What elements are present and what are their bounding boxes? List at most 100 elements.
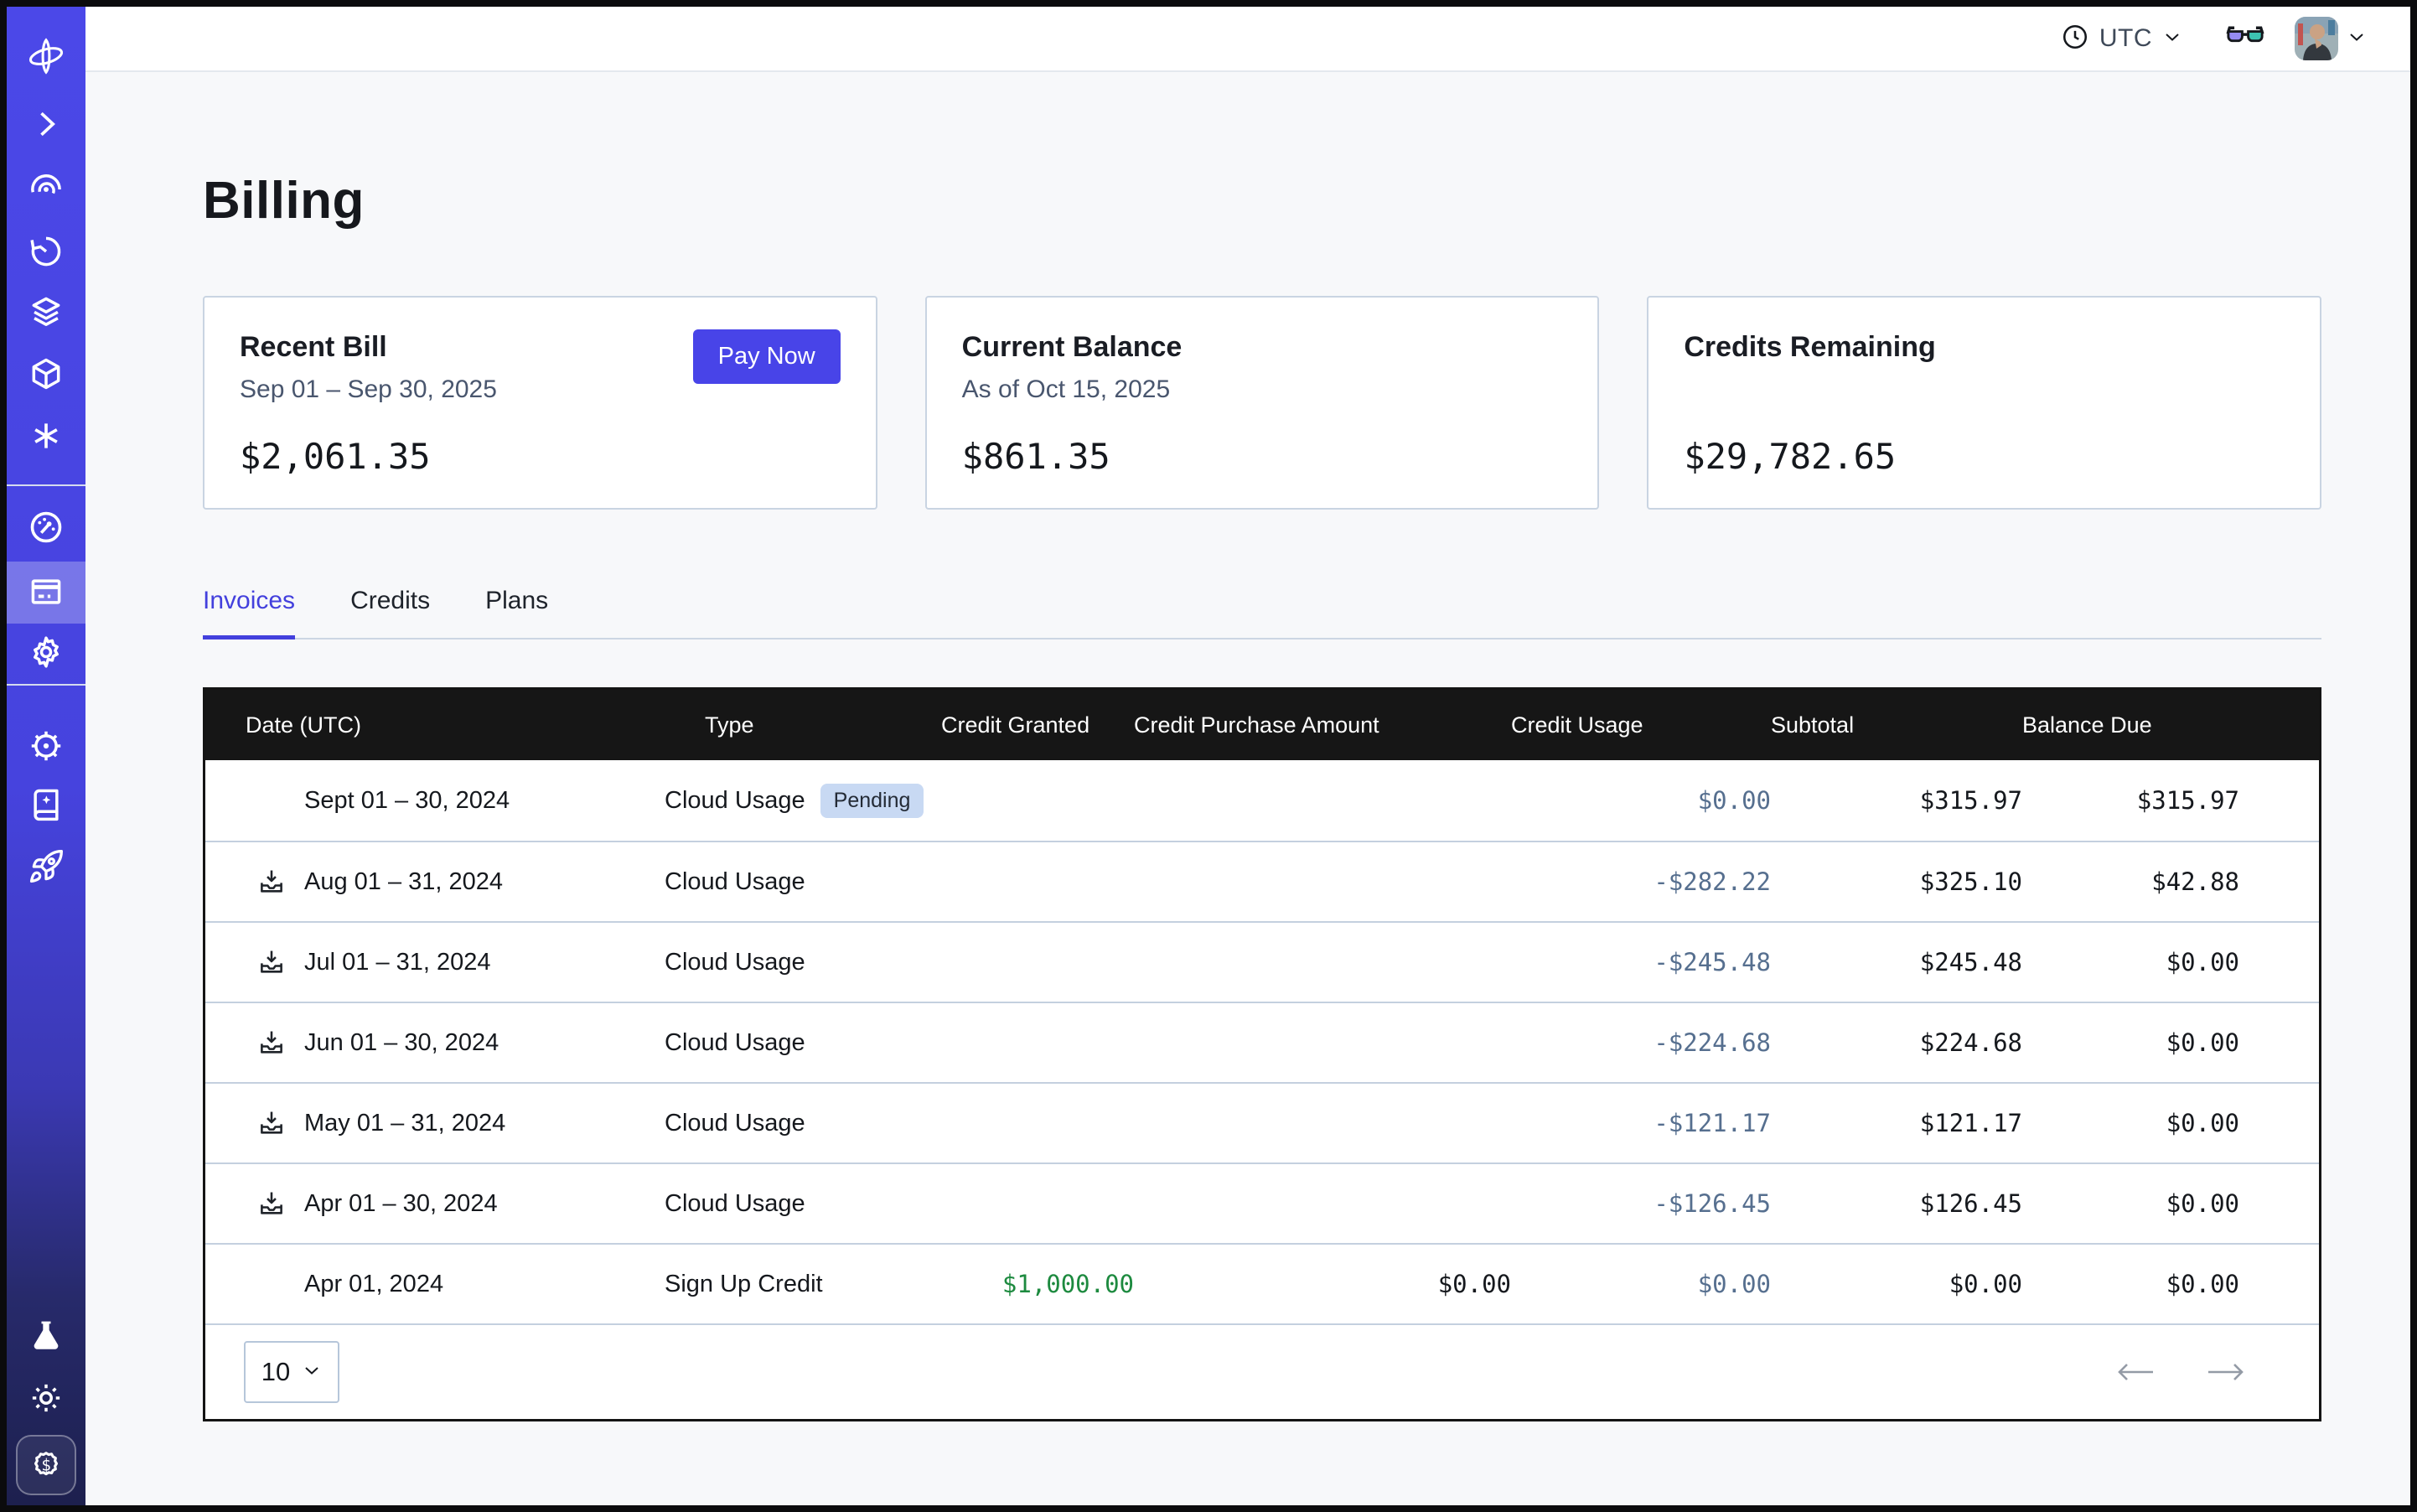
credits-remaining-card: Credits Remaining $29,782.65 <box>1647 296 2321 510</box>
download-invoice-icon[interactable] <box>257 867 304 896</box>
sidebar-item-billing[interactable] <box>7 573 85 610</box>
sidebar-item-credits[interactable]: $ <box>7 1435 85 1495</box>
invoice-type: Cloud Usage <box>665 868 805 896</box>
column-header-subtotal: Subtotal <box>1771 712 2022 738</box>
invoice-date: Apr 01, 2024 <box>304 1271 443 1298</box>
previous-page-arrow-icon[interactable] <box>2116 1361 2155 1383</box>
logo-orbit-icon <box>27 37 65 75</box>
table-body: Sept 01 – 30, 2024 Cloud Usage Pending $… <box>205 760 2319 1323</box>
balance-due-value: $0.00 <box>2022 1028 2321 1057</box>
card-subtitle <box>1684 375 2285 406</box>
chevron-right-icon <box>28 106 65 142</box>
glasses-icon[interactable] <box>2226 24 2264 54</box>
credit-usage-value: -$224.68 <box>1511 1028 1771 1057</box>
invoice-type: Cloud Usage <box>665 949 805 976</box>
sidebar-item-vision[interactable] <box>7 171 85 208</box>
sidebar-item-rocket[interactable] <box>7 848 85 885</box>
credit-usage-value: -$126.45 <box>1511 1189 1771 1218</box>
recent-bill-card: Recent Bill Sep 01 – Sep 30, 2025 $2,061… <box>203 296 877 510</box>
column-header-credit-granted: Credit Granted <box>941 712 1134 738</box>
sidebar-item-layers[interactable] <box>7 293 85 330</box>
sidebar-item-docs[interactable] <box>7 786 85 823</box>
status-badge: Pending <box>820 784 924 818</box>
invoice-date: Sept 01 – 30, 2024 <box>304 787 510 815</box>
pagination-controls <box>2116 1361 2245 1383</box>
page-title: Billing <box>203 171 2321 230</box>
credit-usage-value: $0.00 <box>1511 786 1771 815</box>
tab-plans[interactable]: Plans <box>485 587 548 639</box>
download-invoice-icon[interactable] <box>257 1109 304 1137</box>
page-size-select[interactable]: 10 <box>244 1341 339 1403</box>
invoice-type: Cloud Usage <box>665 1029 805 1057</box>
tab-invoices[interactable]: Invoices <box>203 587 295 639</box>
invoices-table: Date (UTC) Type Credit Granted Credit Pu… <box>203 687 2321 1421</box>
sidebar-item-history[interactable] <box>7 233 85 270</box>
sidebar-item-settings[interactable] <box>7 634 85 671</box>
credits-remaining-amount: $29,782.65 <box>1684 436 2285 477</box>
sidebar: $ <box>7 7 85 1505</box>
credits-badge-icon: $ <box>16 1435 76 1495</box>
sidebar-item-theme[interactable] <box>7 1380 85 1416</box>
pay-now-button[interactable]: Pay Now <box>693 329 841 384</box>
sidebar-item-expand[interactable] <box>7 106 85 142</box>
download-invoice-icon[interactable] <box>257 1189 304 1218</box>
summary-cards: Recent Bill Sep 01 – Sep 30, 2025 $2,061… <box>203 296 2321 510</box>
svg-text:$: $ <box>41 1456 51 1475</box>
topbar: UTC <box>85 7 2410 72</box>
subtotal-value: $325.10 <box>1771 867 2022 896</box>
balance-due-value: $0.00 <box>2022 1189 2321 1218</box>
subtotal-value: $121.17 <box>1771 1109 2022 1137</box>
timezone-label: UTC <box>2099 24 2152 53</box>
history-icon <box>28 233 65 270</box>
gauge-icon <box>27 508 65 546</box>
sidebar-item-asterisk[interactable] <box>7 417 85 454</box>
current-balance-amount: $861.35 <box>962 436 1563 477</box>
invoice-date: May 01 – 31, 2024 <box>304 1110 505 1137</box>
sidebar-item-labs[interactable] <box>7 1318 85 1354</box>
sidebar-item-cube[interactable] <box>7 355 85 392</box>
billing-card-icon <box>28 573 65 610</box>
credit-granted-value: $1,000.00 <box>941 1270 1134 1298</box>
balance-due-value: $0.00 <box>2022 1270 2321 1298</box>
timezone-selector[interactable]: UTC <box>2061 23 2182 55</box>
invoice-type: Cloud Usage <box>665 787 805 815</box>
credit-usage-value: $0.00 <box>1511 1270 1771 1298</box>
next-page-arrow-icon[interactable] <box>2207 1361 2245 1383</box>
subtotal-value: $245.48 <box>1771 948 2022 976</box>
balance-due-value: $0.00 <box>2022 1109 2321 1137</box>
column-header-date: Date (UTC) <box>205 712 665 738</box>
invoice-type: Sign Up Credit <box>665 1271 823 1298</box>
chevron-down-icon <box>2162 27 2182 51</box>
cube-icon <box>28 355 65 392</box>
current-balance-card: Current Balance As of Oct 15, 2025 $861.… <box>925 296 1600 510</box>
chevron-down-icon <box>302 1360 322 1385</box>
invoice-type: Cloud Usage <box>665 1110 805 1137</box>
card-title: Credits Remaining <box>1684 331 2285 364</box>
credit-usage-value: -$245.48 <box>1511 948 1771 976</box>
credit-purchase-value: $0.00 <box>1134 1270 1511 1298</box>
helm-icon <box>28 728 65 764</box>
brightness-icon <box>28 1380 65 1416</box>
sidebar-item-logo[interactable] <box>7 37 85 75</box>
sidebar-item-usage[interactable] <box>7 508 85 546</box>
column-header-credit-usage: Credit Usage <box>1511 712 1771 738</box>
chevron-down-icon[interactable] <box>2347 27 2367 51</box>
balance-due-value: $315.97 <box>2022 786 2321 815</box>
download-invoice-icon[interactable] <box>257 948 304 976</box>
sidebar-divider <box>7 684 85 686</box>
invoice-row: May 01 – 31, 2024 Cloud Usage -$121.17 $… <box>205 1082 2319 1162</box>
rocket-icon <box>28 848 65 885</box>
sidebar-item-helm[interactable] <box>7 728 85 764</box>
credit-usage-value: -$121.17 <box>1511 1109 1771 1137</box>
user-avatar[interactable] <box>2295 17 2338 60</box>
invoice-row: Apr 01 – 30, 2024 Cloud Usage -$126.45 $… <box>205 1162 2319 1243</box>
flask-icon <box>28 1318 65 1354</box>
asterisk-icon <box>28 417 65 454</box>
tab-credits[interactable]: Credits <box>350 587 430 639</box>
invoice-row: Sept 01 – 30, 2024 Cloud Usage Pending $… <box>205 760 2319 841</box>
column-header-balance-due: Balance Due <box>2022 712 2321 738</box>
download-invoice-icon[interactable] <box>257 1028 304 1057</box>
billing-page: Billing Recent Bill Sep 01 – Sep 30, 202… <box>85 72 2410 1505</box>
invoice-date: Apr 01 – 30, 2024 <box>304 1190 498 1218</box>
subtotal-value: $224.68 <box>1771 1028 2022 1057</box>
